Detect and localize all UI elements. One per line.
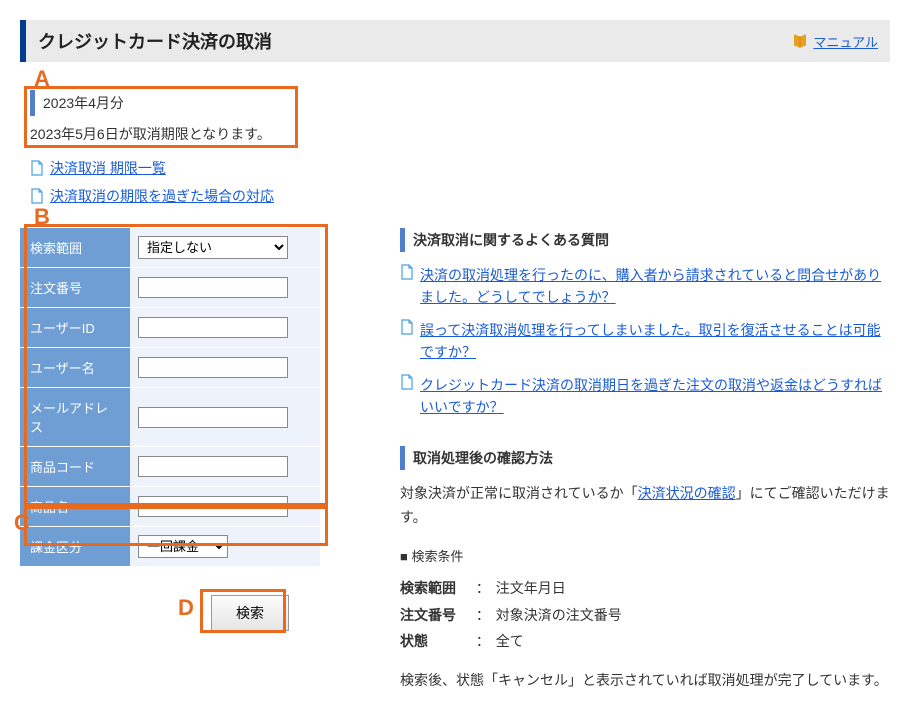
annotation-c: C: [14, 510, 30, 536]
document-icon: [400, 264, 414, 280]
row-user-name: ユーザー名: [20, 348, 320, 388]
annotation-a: A: [34, 66, 50, 92]
faq-heading: 決済取消に関するよくある質問: [400, 228, 890, 252]
cond-value-range: 注文年月日: [496, 580, 566, 596]
confirm-note: 検索後、状態「キャンセル」と表示されていれば取消処理が完了しています。: [400, 669, 890, 693]
search-button[interactable]: 検索: [211, 595, 289, 631]
manual-link[interactable]: マニュアル: [791, 32, 878, 51]
annotation-d: D: [178, 595, 194, 621]
input-order-number[interactable]: [138, 277, 288, 298]
conditions-title: 検索条件: [400, 546, 890, 565]
page-header: クレジットカード決済の取消 マニュアル: [20, 20, 890, 62]
search-button-label: 検索: [236, 605, 264, 621]
cond-label-order: 注文番号: [400, 602, 472, 629]
faq-list: 決済の取消処理を行ったのに、購入者から請求されていると問合せがありました。どうし…: [400, 264, 890, 418]
label-search-range: 検索範囲: [20, 228, 130, 268]
input-product-code[interactable]: [138, 456, 288, 477]
row-user-id: ユーザーID: [20, 308, 320, 348]
cond-value-order: 対象決済の注文番号: [496, 607, 622, 623]
doc-links: 決済取消 期限一覧 決済取消の期限を過ぎた場合の対応: [30, 158, 890, 206]
input-product-name[interactable]: [138, 496, 288, 517]
label-user-name: ユーザー名: [20, 348, 130, 388]
annotation-b: B: [34, 204, 50, 230]
row-billing-type: 課金区分 一回課金: [20, 527, 320, 567]
doc-link-past-deadline[interactable]: 決済取消の期限を過ぎた場合の対応: [50, 186, 274, 206]
select-billing-type[interactable]: 一回課金: [138, 535, 228, 558]
row-search-range: 検索範囲 指定しない: [20, 228, 320, 268]
cond-label-range: 検索範囲: [400, 575, 472, 602]
doc-link-deadline-list[interactable]: 決済取消 期限一覧: [50, 158, 166, 178]
input-user-id[interactable]: [138, 317, 288, 338]
book-icon: [791, 32, 809, 50]
row-email: メールアドレス: [20, 388, 320, 447]
label-email: メールアドレス: [20, 388, 130, 447]
cond-label-status: 状態: [400, 628, 472, 655]
select-search-range[interactable]: 指定しない: [138, 236, 288, 259]
page-title: クレジットカード決済の取消: [38, 28, 272, 54]
confirm-heading: 取消処理後の確認方法: [400, 446, 890, 470]
confirm-text: 対象決済が正常に取消されているか「決済状況の確認」にてご確認いただけます。: [400, 482, 890, 530]
label-product-code: 商品コード: [20, 447, 130, 487]
label-billing-type: 課金区分: [20, 527, 130, 567]
faq-link-1[interactable]: 決済の取消処理を行ったのに、購入者から請求されていると問合せがありました。どうし…: [420, 264, 890, 309]
faq-link-3[interactable]: クレジットカード決済の取消期日を過ぎた注文の取消や返金はどうすればいいですか？: [420, 374, 890, 419]
input-email[interactable]: [138, 407, 288, 428]
document-icon: [30, 160, 44, 176]
row-order-number: 注文番号: [20, 268, 320, 308]
conditions-table: 検索範囲 ： 注文年月日 注文番号 ： 対象決済の注文番号 状態 ： 全て: [400, 575, 890, 655]
payment-status-link[interactable]: 決済状況の確認: [638, 485, 736, 501]
confirm-text-pre: 対象決済が正常に取消されているか「: [400, 485, 638, 501]
document-icon: [30, 188, 44, 204]
row-product-name: 商品名: [20, 487, 320, 527]
faq-link-2[interactable]: 誤って決済取消処理を行ってしまいました。取引を復活させることは可能ですか？: [420, 319, 890, 364]
label-order-number: 注文番号: [20, 268, 130, 308]
cond-value-status: 全て: [496, 633, 524, 649]
label-product-name: 商品名: [20, 487, 130, 527]
label-user-id: ユーザーID: [20, 308, 130, 348]
deadline-text: 2023年5月6日が取消期限となります。: [30, 124, 890, 144]
period-heading: 2023年4月分: [30, 90, 890, 116]
search-form-table: 検索範囲 指定しない 注文番号 ユーザーID ユーザー名 メールアドレス 商品コ…: [20, 228, 320, 567]
manual-link-label: マニュアル: [813, 32, 878, 51]
input-user-name[interactable]: [138, 357, 288, 378]
document-icon: [400, 374, 414, 390]
row-product-code: 商品コード: [20, 447, 320, 487]
document-icon: [400, 319, 414, 335]
